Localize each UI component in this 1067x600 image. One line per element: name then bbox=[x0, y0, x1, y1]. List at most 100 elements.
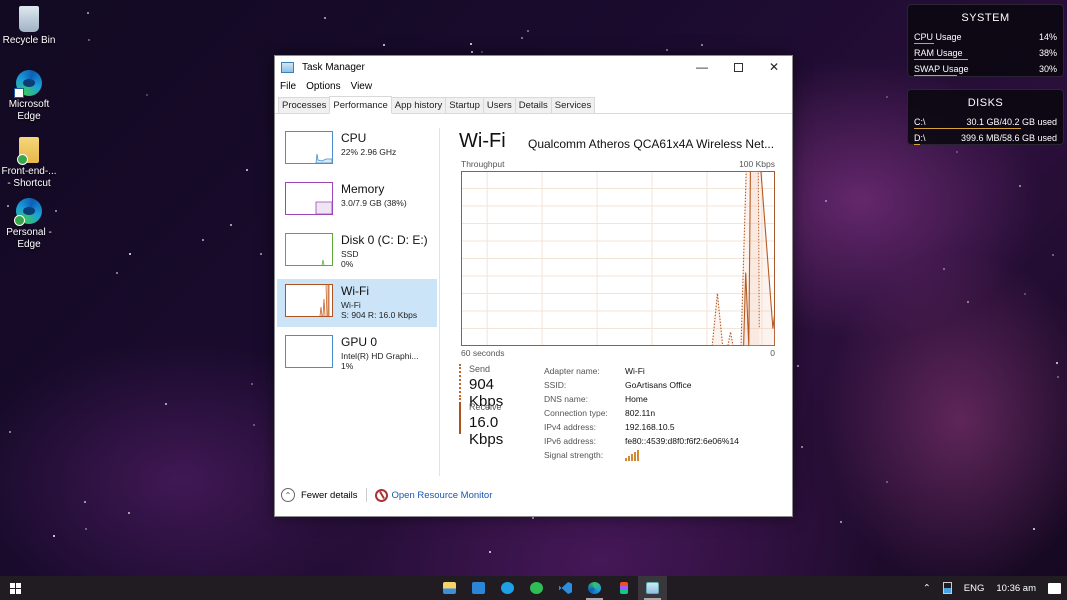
property-row: Adapter name: Wi-Fi bbox=[544, 364, 739, 378]
star bbox=[53, 535, 56, 538]
chart-x-label: 60 seconds bbox=[461, 348, 505, 358]
tab-startup[interactable]: Startup bbox=[445, 97, 484, 113]
show-hidden-icons-chevron-icon[interactable]: ⌃ bbox=[923, 583, 931, 594]
star bbox=[1033, 528, 1036, 531]
adapter-properties: Adapter name: Wi-Fi SSID: GoArtisans Offic… bbox=[544, 364, 739, 462]
desktop-icon-microsoft-edge[interactable]: Microsoft Edge bbox=[0, 70, 58, 123]
star bbox=[1051, 254, 1054, 257]
battery-icon[interactable] bbox=[942, 582, 952, 594]
send-label: Send bbox=[469, 364, 491, 374]
throughput-chart bbox=[461, 171, 775, 346]
swap-usage-bar bbox=[914, 75, 957, 76]
star bbox=[480, 51, 483, 54]
system-tray: ⌃ ENG 10:36 am bbox=[917, 576, 1067, 600]
property-row: IPv6 address: fe80::4539:d8f0:f6f2:6e06%1… bbox=[544, 434, 739, 448]
star bbox=[469, 43, 472, 45]
chart-zero-label: 0 bbox=[770, 348, 775, 358]
star bbox=[886, 480, 889, 483]
taskbar-mail[interactable] bbox=[464, 576, 493, 600]
taskbar-figma[interactable] bbox=[609, 576, 638, 600]
sidebar-item-name: Wi-Fi bbox=[341, 284, 369, 298]
desktop-icon-front-end-shortcut[interactable]: Front-end-... - Shortcut bbox=[0, 137, 58, 190]
sidebar-item-gpu-0[interactable]: GPU 0 Intel(R) HD Graphi... 1% bbox=[277, 330, 437, 378]
gpu-mini-graph bbox=[285, 335, 333, 368]
star bbox=[1023, 293, 1026, 296]
wifi-mini-graph bbox=[285, 284, 333, 317]
sync-check-icon bbox=[14, 215, 25, 226]
taskbar: ⌃ ENG 10:36 am bbox=[0, 576, 1067, 600]
receive-label: Receive bbox=[469, 402, 502, 412]
menu-view[interactable]: View bbox=[351, 81, 373, 92]
star bbox=[956, 150, 959, 153]
notifications-icon[interactable] bbox=[1048, 582, 1061, 594]
star bbox=[840, 521, 843, 524]
edge-icon bbox=[14, 198, 42, 226]
row-value: 30% bbox=[1038, 64, 1057, 74]
taskbar-file-explorer[interactable] bbox=[435, 576, 464, 600]
tab-performance[interactable]: Performance bbox=[329, 96, 392, 114]
adapter-description: Qualcomm Atheros QCA61x4A Wireless Net..… bbox=[528, 137, 775, 151]
system-widget-title: SYSTEM bbox=[961, 12, 1010, 24]
start-button[interactable] bbox=[0, 576, 30, 600]
receive-stat: Receive 16.0 Kbps bbox=[459, 402, 503, 448]
task-manager-icon bbox=[281, 61, 294, 73]
taskbar-whatsapp[interactable] bbox=[522, 576, 551, 600]
menu-file[interactable]: File bbox=[280, 81, 296, 92]
title-bar[interactable]: Task Manager — ✕ bbox=[275, 56, 792, 78]
sidebar-item-name: Memory bbox=[341, 182, 385, 196]
taskbar-skype[interactable] bbox=[493, 576, 522, 600]
fewer-details-button[interactable]: Fewer details bbox=[301, 490, 358, 501]
desktop-icon-personal-edge[interactable]: Personal - Edge bbox=[0, 198, 58, 251]
taskbar-task-manager[interactable] bbox=[638, 576, 667, 600]
tab-app-history[interactable]: App history bbox=[390, 97, 447, 113]
desktop-icon-recycle-bin[interactable]: Recycle Bin bbox=[0, 6, 58, 47]
property-value: fe80::4539:d8f0:f6f2:6e06%14 bbox=[625, 436, 739, 446]
menu-options[interactable]: Options bbox=[306, 81, 340, 92]
maximize-button[interactable] bbox=[720, 56, 756, 78]
minimize-button[interactable]: — bbox=[684, 56, 720, 78]
tab-processes[interactable]: Processes bbox=[278, 97, 331, 113]
sidebar-item-detail: 3.0/7.9 GB (38%) bbox=[341, 198, 407, 208]
desktop-icon-label: Front-end-... - Shortcut bbox=[1, 166, 57, 189]
sidebar-item-wifi[interactable]: Wi-Fi Wi-Fi S: 904 R: 16.0 Kbps bbox=[277, 279, 437, 327]
signal-strength-icon bbox=[625, 450, 639, 461]
tab-services[interactable]: Services bbox=[550, 97, 596, 113]
taskbar-vscode[interactable] bbox=[551, 576, 580, 600]
footer: ⌃ Fewer details Open Resource Monitor bbox=[281, 488, 492, 502]
sidebar-item-disk-0[interactable]: Disk 0 (C: D: E:) SSD 0% bbox=[277, 228, 437, 276]
star bbox=[1056, 362, 1059, 365]
task-manager-window: Task Manager — ✕ File Options View Proce… bbox=[274, 55, 793, 517]
star bbox=[665, 49, 668, 52]
ram-usage-bar bbox=[914, 59, 969, 60]
property-value: Wi-Fi bbox=[625, 366, 645, 376]
tab-users[interactable]: Users bbox=[482, 97, 516, 113]
open-resource-monitor-link[interactable]: Open Resource Monitor bbox=[392, 490, 493, 501]
close-button[interactable]: ✕ bbox=[756, 56, 792, 78]
receive-value: 16.0 Kbps bbox=[469, 414, 504, 448]
sidebar-item-cpu[interactable]: CPU 22% 2.96 GHz bbox=[277, 126, 437, 174]
property-row: Connection type: 802.11n bbox=[544, 406, 739, 420]
pane-divider[interactable] bbox=[439, 128, 440, 476]
property-row: IPv4 address: 192.168.10.5 bbox=[544, 420, 739, 434]
star bbox=[886, 96, 889, 99]
star bbox=[470, 50, 473, 53]
star bbox=[966, 301, 969, 304]
tab-details[interactable]: Details bbox=[514, 97, 552, 113]
taskbar-edge[interactable] bbox=[580, 576, 609, 600]
star bbox=[489, 551, 492, 554]
whatsapp-icon bbox=[530, 582, 543, 594]
star bbox=[252, 423, 255, 426]
star bbox=[229, 224, 232, 227]
sidebar-item-memory[interactable]: Memory 3.0/7.9 GB (38%) bbox=[277, 177, 437, 225]
star bbox=[250, 383, 253, 386]
property-key: Adapter name: bbox=[544, 366, 600, 376]
sync-check-icon bbox=[17, 154, 28, 165]
sidebar-item-name: Disk 0 (C: D: E:) bbox=[341, 233, 428, 247]
property-row: Signal strength: bbox=[544, 448, 739, 462]
sidebar-item-detail: 1% bbox=[341, 361, 354, 371]
language-indicator[interactable]: ENG bbox=[964, 583, 985, 594]
desktop-icon-label: Microsoft Edge bbox=[8, 99, 50, 122]
clock[interactable]: 10:36 am bbox=[996, 583, 1036, 594]
folder-shortcut-icon bbox=[17, 137, 39, 165]
sidebar-item-detail: 0% bbox=[341, 259, 354, 269]
